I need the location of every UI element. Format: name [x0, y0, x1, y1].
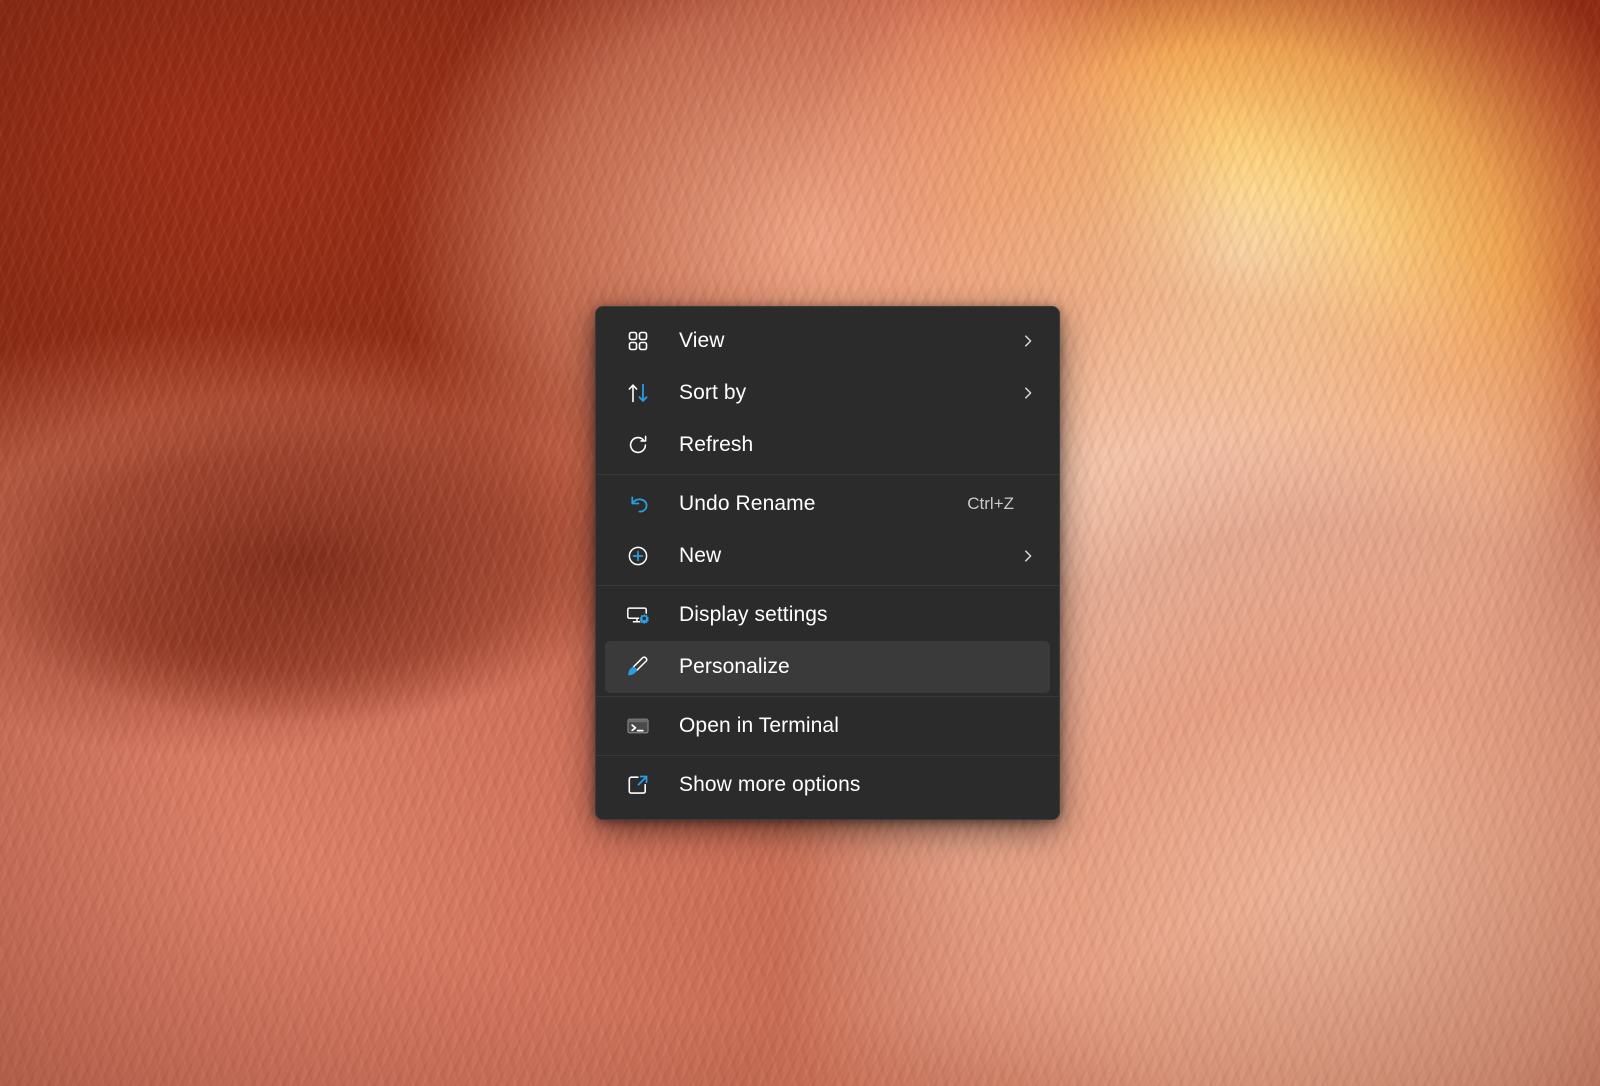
menu-item-label: Sort by [679, 381, 747, 404]
menu-item-show-more-options[interactable]: Show more options [605, 759, 1050, 811]
menu-item-label: Refresh [679, 433, 754, 456]
terminal-icon [625, 713, 651, 739]
menu-item-label: New [679, 544, 722, 567]
menu-item-view[interactable]: View [605, 315, 1050, 367]
menu-item-personalize[interactable]: Personalize [605, 641, 1050, 693]
grid-view-icon [625, 328, 651, 354]
menu-section: Open in Terminal [596, 697, 1059, 755]
menu-item-label: Show more options [679, 773, 861, 796]
desktop[interactable]: View Sort by Refresh Undo Rename Ctrl+Z New Di… [0, 0, 1600, 1086]
sort-arrows-icon [625, 380, 651, 406]
menu-item-open-in-terminal[interactable]: Open in Terminal [605, 700, 1050, 752]
paintbrush-icon [625, 654, 651, 680]
chevron-right-icon [1020, 385, 1036, 401]
undo-icon [625, 491, 651, 517]
chevron-right-icon [1020, 333, 1036, 349]
refresh-icon [625, 432, 651, 458]
menu-section: Show more options [596, 756, 1059, 814]
chevron-right-icon [1020, 548, 1036, 564]
menu-item-undo-rename[interactable]: Undo Rename Ctrl+Z [605, 478, 1050, 530]
menu-item-accelerator: Ctrl+Z [967, 494, 1014, 513]
menu-item-label: Personalize [679, 655, 790, 678]
menu-section: Undo Rename Ctrl+Z New [596, 475, 1059, 585]
show-more-options-icon [625, 772, 651, 798]
menu-item-label: View [679, 329, 725, 352]
menu-item-label: Open in Terminal [679, 714, 839, 737]
menu-item-label: Display settings [679, 603, 828, 626]
menu-item-label: Undo Rename [679, 492, 816, 515]
plus-circle-icon [625, 543, 651, 569]
menu-item-refresh[interactable]: Refresh [605, 419, 1050, 471]
desktop-context-menu[interactable]: View Sort by Refresh Undo Rename Ctrl+Z New Di… [595, 306, 1060, 820]
menu-item-display-settings[interactable]: Display settings [605, 589, 1050, 641]
menu-item-new[interactable]: New [605, 530, 1050, 582]
menu-item-sort-by[interactable]: Sort by [605, 367, 1050, 419]
menu-section: View Sort by Refresh [596, 312, 1059, 474]
menu-section: Display settings Personalize [596, 586, 1059, 696]
monitor-gear-icon [625, 602, 651, 628]
